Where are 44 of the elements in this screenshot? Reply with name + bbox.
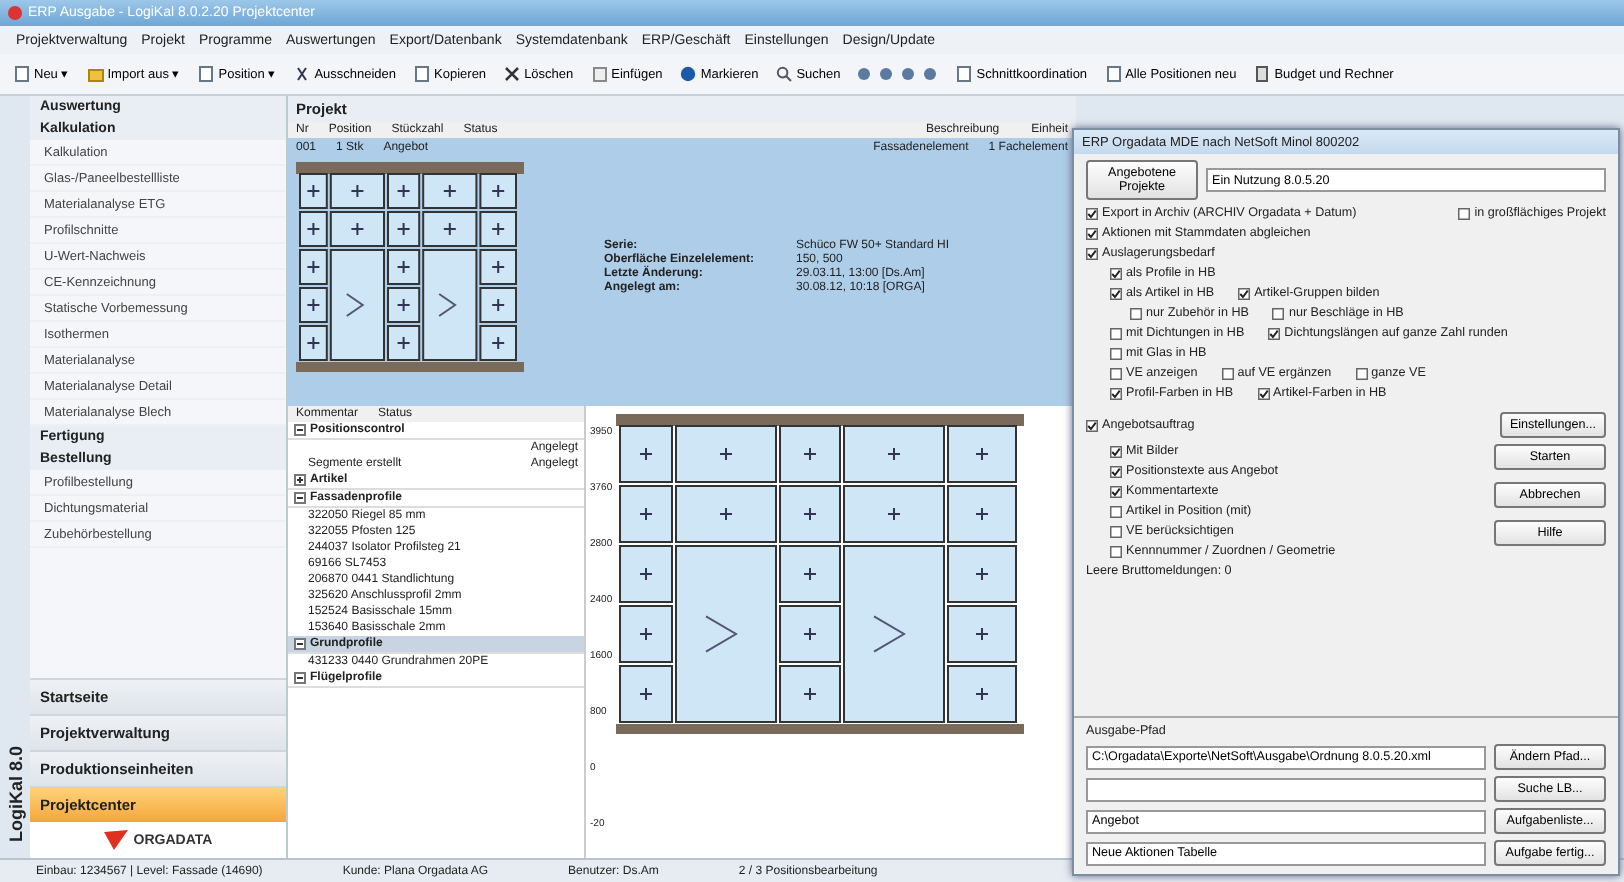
checkbox[interactable] — [1458, 207, 1471, 219]
checkbox[interactable] — [1110, 287, 1122, 299]
checkbox[interactable] — [1086, 227, 1098, 239]
checkbox[interactable] — [1257, 387, 1270, 399]
checkbox[interactable] — [1110, 525, 1122, 537]
checkbox[interactable] — [1086, 419, 1098, 431]
checkbox[interactable] — [1110, 327, 1122, 339]
checkbox[interactable] — [1268, 327, 1281, 339]
checkbox[interactable] — [1110, 347, 1122, 359]
checkbox[interactable] — [1110, 445, 1122, 457]
checkbox[interactable] — [1130, 307, 1142, 319]
collapse-icon[interactable] — [294, 638, 306, 650]
checkbox[interactable] — [1221, 367, 1234, 379]
collapse-icon[interactable] — [294, 492, 306, 504]
checkbox[interactable] — [1110, 485, 1122, 497]
expand-icon[interactable] — [294, 474, 306, 486]
scissors-icon — [294, 66, 311, 82]
file-icon — [956, 66, 973, 82]
file-icon — [1105, 66, 1122, 82]
product-name: LogiKal 8.0 — [5, 745, 25, 842]
delete-icon — [504, 66, 521, 82]
file-icon — [14, 66, 30, 82]
collapse-icon[interactable] — [294, 672, 306, 684]
calculator-icon — [1254, 66, 1271, 82]
logo-icon — [103, 830, 128, 850]
file-icon — [414, 66, 431, 82]
checkbox[interactable] — [1086, 207, 1098, 219]
clipboard-icon — [591, 66, 608, 82]
app-icon — [8, 6, 22, 20]
search-icon — [776, 66, 793, 82]
checkbox[interactable] — [1110, 505, 1122, 517]
checkbox[interactable] — [1110, 545, 1122, 557]
file-icon — [198, 66, 215, 82]
checkbox[interactable] — [1110, 267, 1122, 279]
checkbox[interactable] — [1110, 367, 1122, 379]
checkbox[interactable] — [1355, 367, 1368, 379]
checkbox[interactable] — [1110, 465, 1122, 477]
checkbox[interactable] — [1272, 307, 1285, 319]
checkbox[interactable] — [1110, 387, 1122, 399]
input-field[interactable] — [1086, 777, 1486, 801]
checkbox[interactable] — [1086, 247, 1098, 259]
checkbox[interactable] — [1238, 287, 1251, 299]
folder-icon — [87, 66, 104, 82]
collapse-icon[interactable] — [294, 424, 306, 436]
